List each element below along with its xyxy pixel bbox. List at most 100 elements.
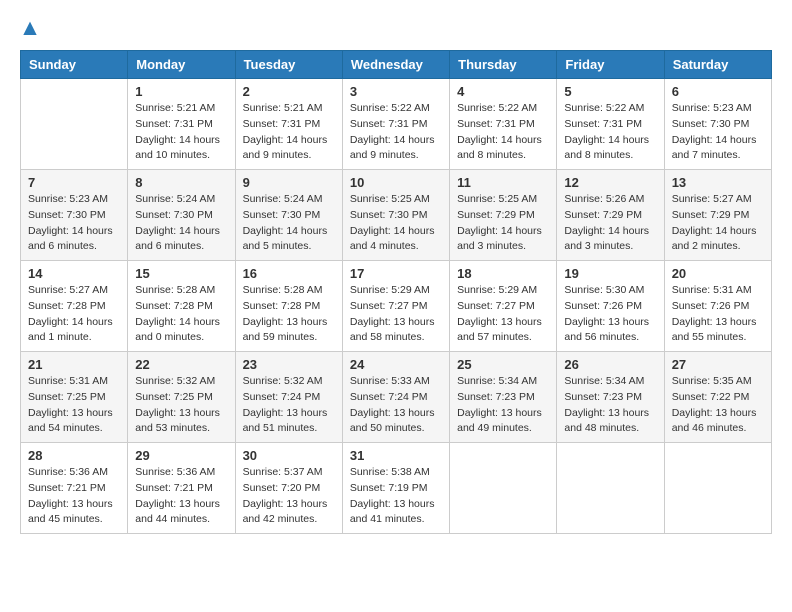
day-number: 21: [28, 357, 120, 372]
day-number: 12: [564, 175, 656, 190]
day-info: Sunrise: 5:28 AMSunset: 7:28 PMDaylight:…: [135, 283, 227, 346]
calendar-day-cell: 22 Sunrise: 5:32 AMSunset: 7:25 PMDayligh…: [128, 352, 235, 443]
calendar-day-cell: 3 Sunrise: 5:22 AMSunset: 7:31 PMDaylight…: [342, 79, 449, 170]
header: [20, 20, 772, 40]
day-number: 9: [243, 175, 335, 190]
day-info: Sunrise: 5:24 AMSunset: 7:30 PMDaylight:…: [243, 192, 335, 255]
day-info: Sunrise: 5:22 AMSunset: 7:31 PMDaylight:…: [457, 101, 549, 164]
calendar-day-cell: 25 Sunrise: 5:34 AMSunset: 7:23 PMDayligh…: [450, 352, 557, 443]
day-number: 8: [135, 175, 227, 190]
calendar-day-cell: 10Sunrise: 5:25 AMSunset: 7:30 PMDayligh…: [342, 170, 449, 261]
calendar-day-cell: 15 Sunrise: 5:28 AMSunset: 7:28 PMDayligh…: [128, 261, 235, 352]
logo-icon: [20, 20, 40, 40]
day-number: 1: [135, 84, 227, 99]
calendar-day-cell: 20 Sunrise: 5:31 AMSunset: 7:26 PMDayligh…: [664, 261, 771, 352]
day-info: Sunrise: 5:25 AMSunset: 7:30 PMDaylight:…: [350, 192, 442, 255]
day-info: Sunrise: 5:21 AMSunset: 7:31 PMDaylight:…: [243, 101, 335, 164]
day-number: 28: [28, 448, 120, 463]
calendar-day-cell: 23 Sunrise: 5:32 AMSunset: 7:24 PMDayligh…: [235, 352, 342, 443]
calendar-week-row: 7 Sunrise: 5:23 AMSunset: 7:30 PMDaylight…: [21, 170, 772, 261]
day-info: Sunrise: 5:35 AMSunset: 7:22 PMDaylight:…: [672, 374, 764, 437]
day-info: Sunrise: 5:26 AMSunset: 7:29 PMDaylight:…: [564, 192, 656, 255]
day-info: Sunrise: 5:23 AMSunset: 7:30 PMDaylight:…: [28, 192, 120, 255]
day-info: Sunrise: 5:32 AMSunset: 7:24 PMDaylight:…: [243, 374, 335, 437]
day-number: 20: [672, 266, 764, 281]
calendar-day-cell: 12 Sunrise: 5:26 AMSunset: 7:29 PMDayligh…: [557, 170, 664, 261]
day-info: Sunrise: 5:25 AMSunset: 7:29 PMDaylight:…: [457, 192, 549, 255]
day-info: Sunrise: 5:32 AMSunset: 7:25 PMDaylight:…: [135, 374, 227, 437]
day-number: 25: [457, 357, 549, 372]
day-number: 14: [28, 266, 120, 281]
calendar-day-cell: 29Sunrise: 5:36 AMSunset: 7:21 PMDayligh…: [128, 443, 235, 534]
calendar-day-cell: 1Sunrise: 5:21 AMSunset: 7:31 PMDaylight…: [128, 79, 235, 170]
calendar-day-cell: 27 Sunrise: 5:35 AMSunset: 7:22 PMDayligh…: [664, 352, 771, 443]
empty-cell: [21, 79, 128, 170]
calendar-day-cell: 7 Sunrise: 5:23 AMSunset: 7:30 PMDaylight…: [21, 170, 128, 261]
day-number: 11: [457, 175, 549, 190]
day-number: 24: [350, 357, 442, 372]
weekday-header-friday: Friday: [557, 51, 664, 79]
calendar-day-cell: 17Sunrise: 5:29 AMSunset: 7:27 PMDayligh…: [342, 261, 449, 352]
weekday-header-monday: Monday: [128, 51, 235, 79]
empty-cell: [664, 443, 771, 534]
day-number: 31: [350, 448, 442, 463]
day-number: 26: [564, 357, 656, 372]
day-number: 17: [350, 266, 442, 281]
day-number: 22: [135, 357, 227, 372]
day-info: Sunrise: 5:22 AMSunset: 7:31 PMDaylight:…: [350, 101, 442, 164]
day-info: Sunrise: 5:28 AMSunset: 7:28 PMDaylight:…: [243, 283, 335, 346]
day-info: Sunrise: 5:34 AMSunset: 7:23 PMDaylight:…: [564, 374, 656, 437]
empty-cell: [557, 443, 664, 534]
calendar-day-cell: 24 Sunrise: 5:33 AMSunset: 7:24 PMDayligh…: [342, 352, 449, 443]
day-info: Sunrise: 5:37 AMSunset: 7:20 PMDaylight:…: [243, 465, 335, 528]
day-info: Sunrise: 5:22 AMSunset: 7:31 PMDaylight:…: [564, 101, 656, 164]
calendar-day-cell: 8 Sunrise: 5:24 AMSunset: 7:30 PMDaylight…: [128, 170, 235, 261]
day-info: Sunrise: 5:31 AMSunset: 7:26 PMDaylight:…: [672, 283, 764, 346]
day-info: Sunrise: 5:34 AMSunset: 7:23 PMDaylight:…: [457, 374, 549, 437]
day-info: Sunrise: 5:36 AMSunset: 7:21 PMDaylight:…: [28, 465, 120, 528]
day-info: Sunrise: 5:29 AMSunset: 7:27 PMDaylight:…: [457, 283, 549, 346]
weekday-header-row: SundayMondayTuesdayWednesdayThursdayFrid…: [21, 51, 772, 79]
calendar-day-cell: 30 Sunrise: 5:37 AMSunset: 7:20 PMDayligh…: [235, 443, 342, 534]
day-number: 19: [564, 266, 656, 281]
day-number: 3: [350, 84, 442, 99]
calendar-day-cell: 5 Sunrise: 5:22 AMSunset: 7:31 PMDaylight…: [557, 79, 664, 170]
day-number: 29: [135, 448, 227, 463]
day-info: Sunrise: 5:33 AMSunset: 7:24 PMDaylight:…: [350, 374, 442, 437]
day-number: 18: [457, 266, 549, 281]
calendar-day-cell: 26 Sunrise: 5:34 AMSunset: 7:23 PMDayligh…: [557, 352, 664, 443]
day-number: 4: [457, 84, 549, 99]
calendar-table: SundayMondayTuesdayWednesdayThursdayFrid…: [20, 50, 772, 534]
calendar-day-cell: 14 Sunrise: 5:27 AMSunset: 7:28 PMDayligh…: [21, 261, 128, 352]
day-info: Sunrise: 5:31 AMSunset: 7:25 PMDaylight:…: [28, 374, 120, 437]
day-info: Sunrise: 5:30 AMSunset: 7:26 PMDaylight:…: [564, 283, 656, 346]
day-info: Sunrise: 5:38 AMSunset: 7:19 PMDaylight:…: [350, 465, 442, 528]
calendar-week-row: 1 Sunrise: 5:21 AMSunset: 7:31 PMDaylight…: [21, 79, 772, 170]
calendar-week-row: 21 Sunrise: 5:31 AMSunset: 7:25 PMDayligh…: [21, 352, 772, 443]
day-number: 30: [243, 448, 335, 463]
day-number: 2: [243, 84, 335, 99]
calendar-day-cell: 21 Sunrise: 5:31 AMSunset: 7:25 PMDayligh…: [21, 352, 128, 443]
day-number: 16: [243, 266, 335, 281]
calendar-day-cell: 4 Sunrise: 5:22 AMSunset: 7:31 PMDaylight…: [450, 79, 557, 170]
calendar-day-cell: 2 Sunrise: 5:21 AMSunset: 7:31 PMDaylight…: [235, 79, 342, 170]
day-number: 5: [564, 84, 656, 99]
weekday-header-wednesday: Wednesday: [342, 51, 449, 79]
day-number: 27: [672, 357, 764, 372]
day-info: Sunrise: 5:27 AMSunset: 7:28 PMDaylight:…: [28, 283, 120, 346]
day-number: 6: [672, 84, 764, 99]
day-number: 7: [28, 175, 120, 190]
day-info: Sunrise: 5:27 AMSunset: 7:29 PMDaylight:…: [672, 192, 764, 255]
calendar-day-cell: 16 Sunrise: 5:28 AMSunset: 7:28 PMDayligh…: [235, 261, 342, 352]
day-info: Sunrise: 5:23 AMSunset: 7:30 PMDaylight:…: [672, 101, 764, 164]
calendar-day-cell: 6 Sunrise: 5:23 AMSunset: 7:30 PMDaylight…: [664, 79, 771, 170]
day-number: 15: [135, 266, 227, 281]
calendar-day-cell: 18 Sunrise: 5:29 AMSunset: 7:27 PMDayligh…: [450, 261, 557, 352]
day-number: 23: [243, 357, 335, 372]
day-info: Sunrise: 5:24 AMSunset: 7:30 PMDaylight:…: [135, 192, 227, 255]
logo: [20, 20, 44, 40]
calendar-week-row: 14 Sunrise: 5:27 AMSunset: 7:28 PMDayligh…: [21, 261, 772, 352]
day-number: 13: [672, 175, 764, 190]
calendar-day-cell: 13 Sunrise: 5:27 AMSunset: 7:29 PMDayligh…: [664, 170, 771, 261]
calendar-day-cell: 28 Sunrise: 5:36 AMSunset: 7:21 PMDayligh…: [21, 443, 128, 534]
